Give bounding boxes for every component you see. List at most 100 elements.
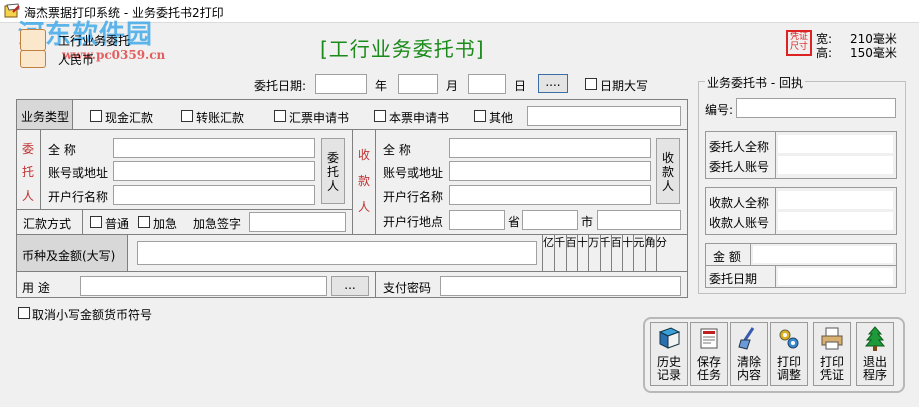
receipt-number-label: 编号: <box>705 103 734 117</box>
clear-content-button[interactable]: 清除 内容 <box>730 322 768 386</box>
paper-height-value: 150毫米 <box>850 46 897 60</box>
receipt-payee-account-input[interactable] <box>778 212 893 230</box>
receipt-amount-label: 金 额 <box>713 250 741 264</box>
year-label: 年 <box>375 79 388 93</box>
urgent-sign-input[interactable] <box>249 212 346 232</box>
payee-city-input[interactable] <box>522 210 578 230</box>
receipt-payee-name-label: 收款人全称 <box>709 196 770 210</box>
printer-icon <box>821 327 843 350</box>
payer-account-input[interactable] <box>113 161 315 181</box>
biz-type-label: 业务类型 <box>21 110 70 124</box>
amount-digit-header: 分 <box>656 236 667 249</box>
biz-transfer-label: 转账汇款 <box>196 111 245 125</box>
date-label: 委托日期: <box>254 79 307 93</box>
biz-draft-label: 汇票申请书 <box>289 111 350 125</box>
biz-transfer-checkbox[interactable] <box>181 110 193 122</box>
payer-name-label: 全 称 <box>48 143 76 157</box>
divider <box>775 188 776 234</box>
digit-divider <box>633 235 634 271</box>
date-picker-button[interactable]: .... <box>538 74 568 93</box>
remit-urgent-checkbox[interactable] <box>138 216 150 228</box>
amount-digit-header: 千 <box>554 236 566 249</box>
paper-size-icon: 凭证尺寸 <box>786 30 812 56</box>
amount-uppercase-input[interactable] <box>137 241 537 265</box>
digit-divider <box>645 235 646 271</box>
divider <box>750 244 751 265</box>
receipt-amount-input[interactable] <box>753 246 893 263</box>
digit-divider <box>600 235 601 271</box>
date-uppercase-checkbox[interactable] <box>585 78 597 90</box>
digit-divider <box>622 235 623 271</box>
payee-button-char-1: 收 <box>661 151 674 165</box>
payer-button-char-1: 委 <box>326 151 339 165</box>
receipt-payer-name-input[interactable] <box>778 135 893 153</box>
password-input[interactable] <box>440 276 681 296</box>
biz-draft-checkbox[interactable] <box>274 110 286 122</box>
divider <box>17 271 687 272</box>
template-icon[interactable] <box>20 29 46 51</box>
exit-label-2: 程序 <box>862 368 887 382</box>
payee-bank-input[interactable] <box>449 185 651 205</box>
cancel-symbol-label: 取消小写金额货币符号 <box>32 308 153 322</box>
payer-name-input[interactable] <box>113 138 315 158</box>
purpose-input[interactable] <box>80 276 327 296</box>
amount-digit-header: 百 <box>610 236 622 249</box>
date-uppercase-label: 日期大写 <box>600 79 649 93</box>
day-input[interactable] <box>468 74 506 94</box>
payee-location-extra-input[interactable] <box>597 210 681 230</box>
receipt-date-input[interactable] <box>778 268 893 285</box>
payee-side-char-2: 款 <box>358 174 371 188</box>
city-label: 市 <box>581 215 594 229</box>
amount-digit-header: 十 <box>576 236 588 249</box>
payer-side-char-3: 人 <box>22 189 35 203</box>
payer-side-char-2: 托 <box>22 165 35 179</box>
digit-divider <box>566 235 567 271</box>
digit-divider <box>611 235 612 271</box>
amount-digit-header: 千 <box>599 236 611 249</box>
receipt-payer-account-label: 委托人账号 <box>709 160 770 174</box>
payer-select-button[interactable]: 委 托 人 <box>321 138 345 204</box>
payer-side-char-1: 委 <box>22 142 35 156</box>
payee-account-label: 账号或地址 <box>383 166 444 180</box>
payee-account-input[interactable] <box>449 161 651 181</box>
currency-icon[interactable] <box>20 50 46 68</box>
biz-cash-checkbox[interactable] <box>90 110 102 122</box>
print-adjust-button[interactable]: 打印 调整 <box>770 322 808 386</box>
print-adjust-label-2: 调整 <box>776 368 801 382</box>
payee-button-char-2: 款 <box>661 165 674 179</box>
receipt-payee-account-label: 收款人账号 <box>709 216 770 230</box>
history-button[interactable]: 历史 记录 <box>650 322 688 386</box>
payer-button-char-2: 托 <box>326 165 339 179</box>
payee-select-button[interactable]: 收 款 人 <box>656 138 680 204</box>
payee-bank-label: 开户行名称 <box>383 190 444 204</box>
save-task-button[interactable]: 保存 任务 <box>690 322 728 386</box>
biz-promissory-checkbox[interactable] <box>374 110 386 122</box>
purpose-more-button[interactable]: ... <box>331 276 369 296</box>
save-task-label-2: 任务 <box>696 368 721 382</box>
purpose-label: 用 途 <box>22 281 50 295</box>
receipt-title: 业务委托书 - 回执 <box>705 74 805 91</box>
payee-name-label: 全 称 <box>383 143 411 157</box>
biz-cash-label: 现金汇款 <box>105 111 154 125</box>
biz-other-input[interactable] <box>527 106 681 126</box>
urgent-sign-label: 加急签字 <box>193 217 242 231</box>
exit-button[interactable]: 退出 程序 <box>856 322 894 386</box>
receipt-number-input[interactable] <box>736 98 896 118</box>
amount-digit-header: 万 <box>588 236 600 249</box>
receipt-payer-account-input[interactable] <box>778 156 893 174</box>
payee-name-input[interactable] <box>449 138 651 158</box>
year-input[interactable] <box>315 74 367 94</box>
receipt-payee-name-input[interactable] <box>778 191 893 209</box>
clear-broom-icon <box>738 327 755 350</box>
payee-province-input[interactable] <box>449 210 505 230</box>
biz-other-checkbox[interactable] <box>474 110 486 122</box>
print-voucher-button[interactable]: 打印 凭证 <box>813 322 851 386</box>
payer-bank-input[interactable] <box>113 185 315 205</box>
digit-divider <box>554 235 555 271</box>
month-input[interactable] <box>398 74 438 94</box>
remit-urgent-label: 加急 <box>153 217 178 231</box>
remit-normal-checkbox[interactable] <box>90 216 102 228</box>
cancel-symbol-checkbox[interactable] <box>18 307 30 319</box>
receipt-date-label: 委托日期 <box>709 272 758 286</box>
clear-label-2: 内容 <box>736 368 761 382</box>
